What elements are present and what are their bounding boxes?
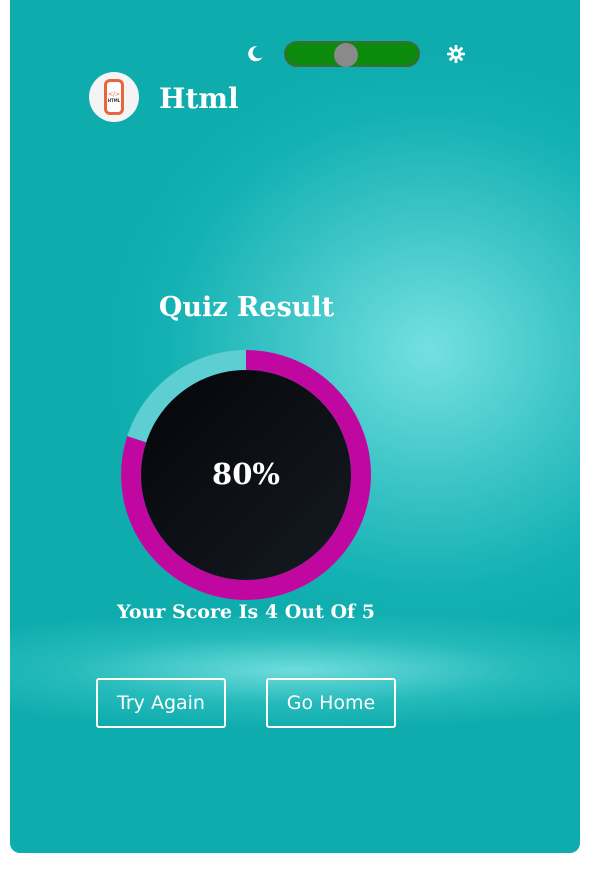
result-heading: Quiz Result [158, 292, 335, 323]
logo-label: HTML [107, 98, 121, 103]
score-percent: 80% [212, 457, 280, 491]
score-summary: Your Score Is 4 Out Of 5 [116, 601, 376, 623]
go-home-button[interactable]: Go Home [266, 678, 396, 728]
theme-toggle-knob [334, 43, 358, 67]
sun-icon [446, 44, 466, 64]
app-title: Html [159, 82, 239, 115]
logo-code-glyph: </> [107, 91, 121, 98]
theme-toggle[interactable] [284, 41, 420, 67]
quiz-card: </> HTML Html Quiz Result 80% Your Score… [10, 0, 580, 853]
moon-icon [245, 44, 265, 64]
app-logo: </> HTML [89, 72, 139, 122]
try-again-button[interactable]: Try Again [96, 678, 226, 728]
